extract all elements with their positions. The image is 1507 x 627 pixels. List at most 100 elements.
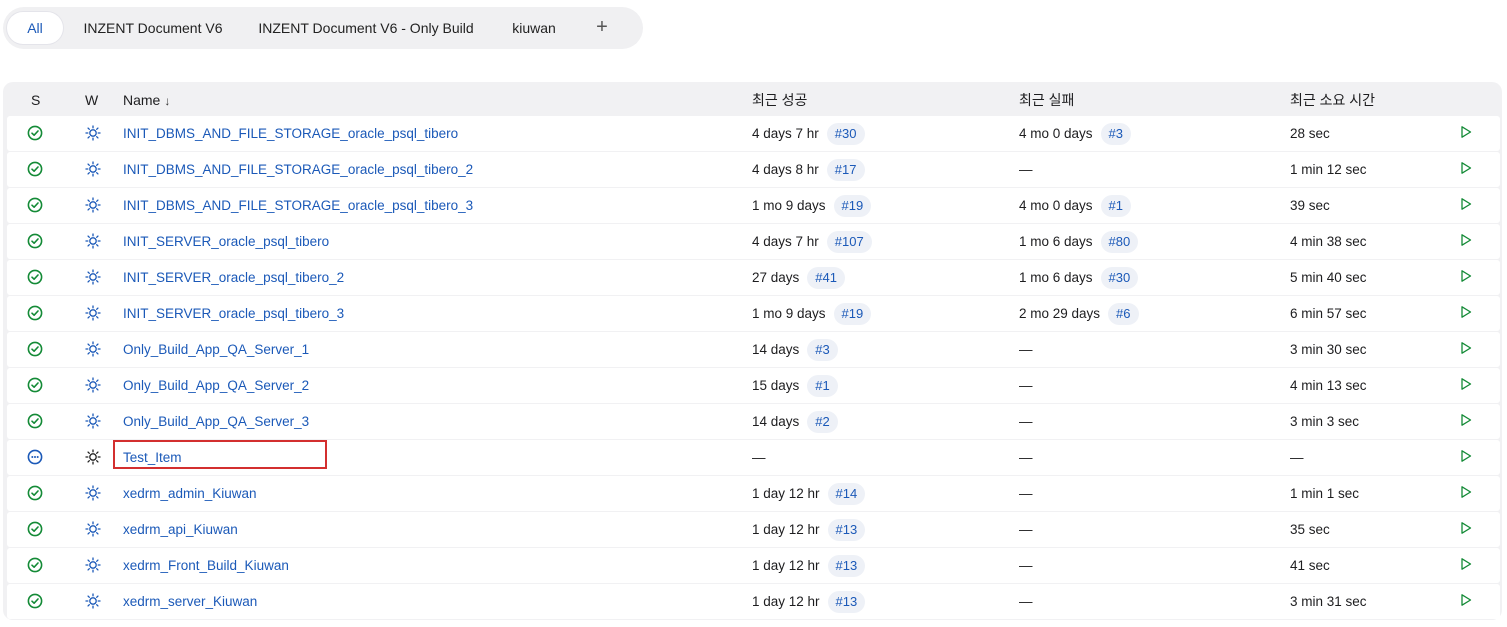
play-icon[interactable] bbox=[1459, 332, 1479, 367]
play-icon[interactable] bbox=[1459, 368, 1479, 403]
check-circle-icon[interactable] bbox=[27, 512, 51, 547]
check-circle-icon[interactable] bbox=[27, 548, 51, 583]
sun-icon[interactable] bbox=[85, 224, 109, 259]
last-success-build-link[interactable]: #3 bbox=[807, 339, 838, 362]
play-icon[interactable] bbox=[1459, 188, 1479, 223]
tab-inzent-document-v6-only-build[interactable]: INZENT Document V6 - Only Build bbox=[245, 12, 487, 44]
check-circle-icon[interactable] bbox=[27, 476, 51, 511]
check-circle-icon[interactable] bbox=[27, 368, 51, 403]
job-name-link[interactable]: Only_Build_App_QA_Server_1 bbox=[123, 332, 309, 367]
last-failure-cell: — bbox=[1019, 368, 1033, 403]
last-success-build-link[interactable]: #107 bbox=[826, 231, 872, 254]
header-status[interactable]: S bbox=[31, 82, 40, 118]
last-failure-build-link[interactable]: #1 bbox=[1100, 195, 1132, 218]
last-success-build-link[interactable]: #17 bbox=[826, 159, 865, 182]
check-circle-icon[interactable] bbox=[27, 152, 51, 187]
last-success-build-link[interactable]: #1 bbox=[807, 375, 838, 398]
header-weather[interactable]: W bbox=[85, 82, 98, 118]
sun-icon[interactable] bbox=[85, 440, 109, 475]
job-name-link[interactable]: Only_Build_App_QA_Server_3 bbox=[123, 404, 309, 439]
last-success-cell: 1 mo 9 days #19 bbox=[752, 188, 872, 223]
sun-icon[interactable] bbox=[85, 116, 109, 151]
play-icon[interactable] bbox=[1459, 584, 1479, 619]
sun-icon[interactable] bbox=[85, 188, 109, 223]
header-last-success[interactable]: 최근 성공 bbox=[752, 82, 807, 118]
sun-icon[interactable] bbox=[85, 512, 109, 547]
play-icon[interactable] bbox=[1459, 548, 1479, 583]
last-success-build-link[interactable]: #14 bbox=[827, 483, 866, 506]
header-last-failure[interactable]: 최근 실패 bbox=[1019, 82, 1074, 118]
last-success-build-link[interactable]: #30 bbox=[826, 123, 865, 146]
job-name-link[interactable]: INIT_DBMS_AND_FILE_STORAGE_oracle_psql_t… bbox=[123, 152, 473, 187]
play-icon[interactable] bbox=[1459, 476, 1479, 511]
last-success-build-link[interactable]: #2 bbox=[807, 411, 838, 434]
play-icon[interactable] bbox=[1459, 116, 1479, 151]
last-failure-build-link[interactable]: #30 bbox=[1100, 267, 1139, 290]
check-circle-icon[interactable] bbox=[27, 584, 51, 619]
check-circle-icon[interactable] bbox=[27, 188, 51, 223]
ellipsis-circle-icon[interactable] bbox=[27, 440, 51, 475]
sun-icon[interactable] bbox=[85, 476, 109, 511]
header-last-duration[interactable]: 최근 소요 시간 bbox=[1290, 82, 1375, 118]
last-success-build-link[interactable]: #19 bbox=[833, 303, 872, 326]
check-circle-icon[interactable] bbox=[27, 260, 51, 295]
sun-icon[interactable] bbox=[85, 296, 109, 331]
sun-icon[interactable] bbox=[85, 548, 109, 583]
last-failure-time: 1 mo 6 days bbox=[1019, 234, 1093, 249]
table-row: INIT_SERVER_oracle_psql_tibero_3 1 mo 9 d… bbox=[7, 296, 1500, 331]
last-success-cell: 1 day 12 hr #13 bbox=[752, 584, 866, 619]
play-icon[interactable] bbox=[1459, 152, 1479, 187]
tab-all[interactable]: All bbox=[7, 12, 63, 44]
job-name-link[interactable]: INIT_DBMS_AND_FILE_STORAGE_oracle_psql_t… bbox=[123, 188, 473, 223]
check-circle-icon[interactable] bbox=[27, 224, 51, 259]
last-failure-build-link[interactable]: #80 bbox=[1100, 231, 1139, 254]
play-icon[interactable] bbox=[1459, 260, 1479, 295]
tab-kiuwan[interactable]: kiuwan bbox=[495, 12, 573, 44]
tab-inzent-document-v6[interactable]: INZENT Document V6 bbox=[69, 12, 237, 44]
job-name-link[interactable]: xedrm_admin_Kiuwan bbox=[123, 476, 257, 511]
sun-icon[interactable] bbox=[85, 152, 109, 187]
play-icon[interactable] bbox=[1459, 404, 1479, 439]
job-name-link[interactable]: Test_Item bbox=[123, 440, 182, 475]
last-success-build-link[interactable]: #13 bbox=[827, 591, 866, 614]
play-icon[interactable] bbox=[1459, 512, 1479, 547]
last-success-build-link[interactable]: #13 bbox=[827, 555, 866, 578]
header-name[interactable]: Name ↓ bbox=[123, 82, 170, 118]
job-name-link[interactable]: xedrm_server_Kiuwan bbox=[123, 584, 257, 619]
sun-icon[interactable] bbox=[85, 404, 109, 439]
last-success-build-link[interactable]: #13 bbox=[827, 519, 866, 542]
last-success-time: 1 day 12 hr bbox=[752, 594, 820, 609]
play-icon[interactable] bbox=[1459, 440, 1479, 475]
last-duration-cell: 41 sec bbox=[1290, 558, 1330, 573]
last-success-build-link[interactable]: #19 bbox=[833, 195, 872, 218]
job-name-link[interactable]: xedrm_api_Kiuwan bbox=[123, 512, 238, 547]
play-icon[interactable] bbox=[1459, 224, 1479, 259]
header-name-label: Name bbox=[123, 92, 161, 108]
table-row: Only_Build_App_QA_Server_2 15 days #1 — 4 mi… bbox=[7, 368, 1500, 403]
sun-icon[interactable] bbox=[85, 584, 109, 619]
sun-icon[interactable] bbox=[85, 368, 109, 403]
last-failure-cell: — bbox=[1019, 584, 1033, 619]
last-duration-cell: 3 min 30 sec bbox=[1290, 342, 1367, 357]
sun-icon[interactable] bbox=[85, 332, 109, 367]
last-success-build-link[interactable]: #41 bbox=[807, 267, 845, 290]
last-failure-build-link[interactable]: #6 bbox=[1108, 303, 1139, 326]
check-circle-icon[interactable] bbox=[27, 404, 51, 439]
play-icon[interactable] bbox=[1459, 296, 1479, 331]
plus-icon[interactable]: + bbox=[587, 12, 617, 44]
table-row: Test_Item — — — bbox=[7, 440, 1500, 475]
last-failure-cell: — bbox=[1019, 332, 1033, 367]
job-name-link[interactable]: INIT_SERVER_oracle_psql_tibero_2 bbox=[123, 260, 344, 295]
job-name-link[interactable]: Only_Build_App_QA_Server_2 bbox=[123, 368, 309, 403]
job-name-link[interactable]: xedrm_Front_Build_Kiuwan bbox=[123, 548, 289, 583]
last-failure-time: — bbox=[1019, 522, 1033, 537]
job-name-link[interactable]: INIT_SERVER_oracle_psql_tibero bbox=[123, 224, 329, 259]
job-name-link[interactable]: INIT_DBMS_AND_FILE_STORAGE_oracle_psql_t… bbox=[123, 116, 458, 151]
check-circle-icon[interactable] bbox=[27, 116, 51, 151]
check-circle-icon[interactable] bbox=[27, 332, 51, 367]
sun-icon[interactable] bbox=[85, 260, 109, 295]
check-circle-icon[interactable] bbox=[27, 296, 51, 331]
last-failure-build-link[interactable]: #3 bbox=[1100, 123, 1132, 146]
job-name-link[interactable]: INIT_SERVER_oracle_psql_tibero_3 bbox=[123, 296, 344, 331]
last-failure-cell: — bbox=[1019, 404, 1033, 439]
